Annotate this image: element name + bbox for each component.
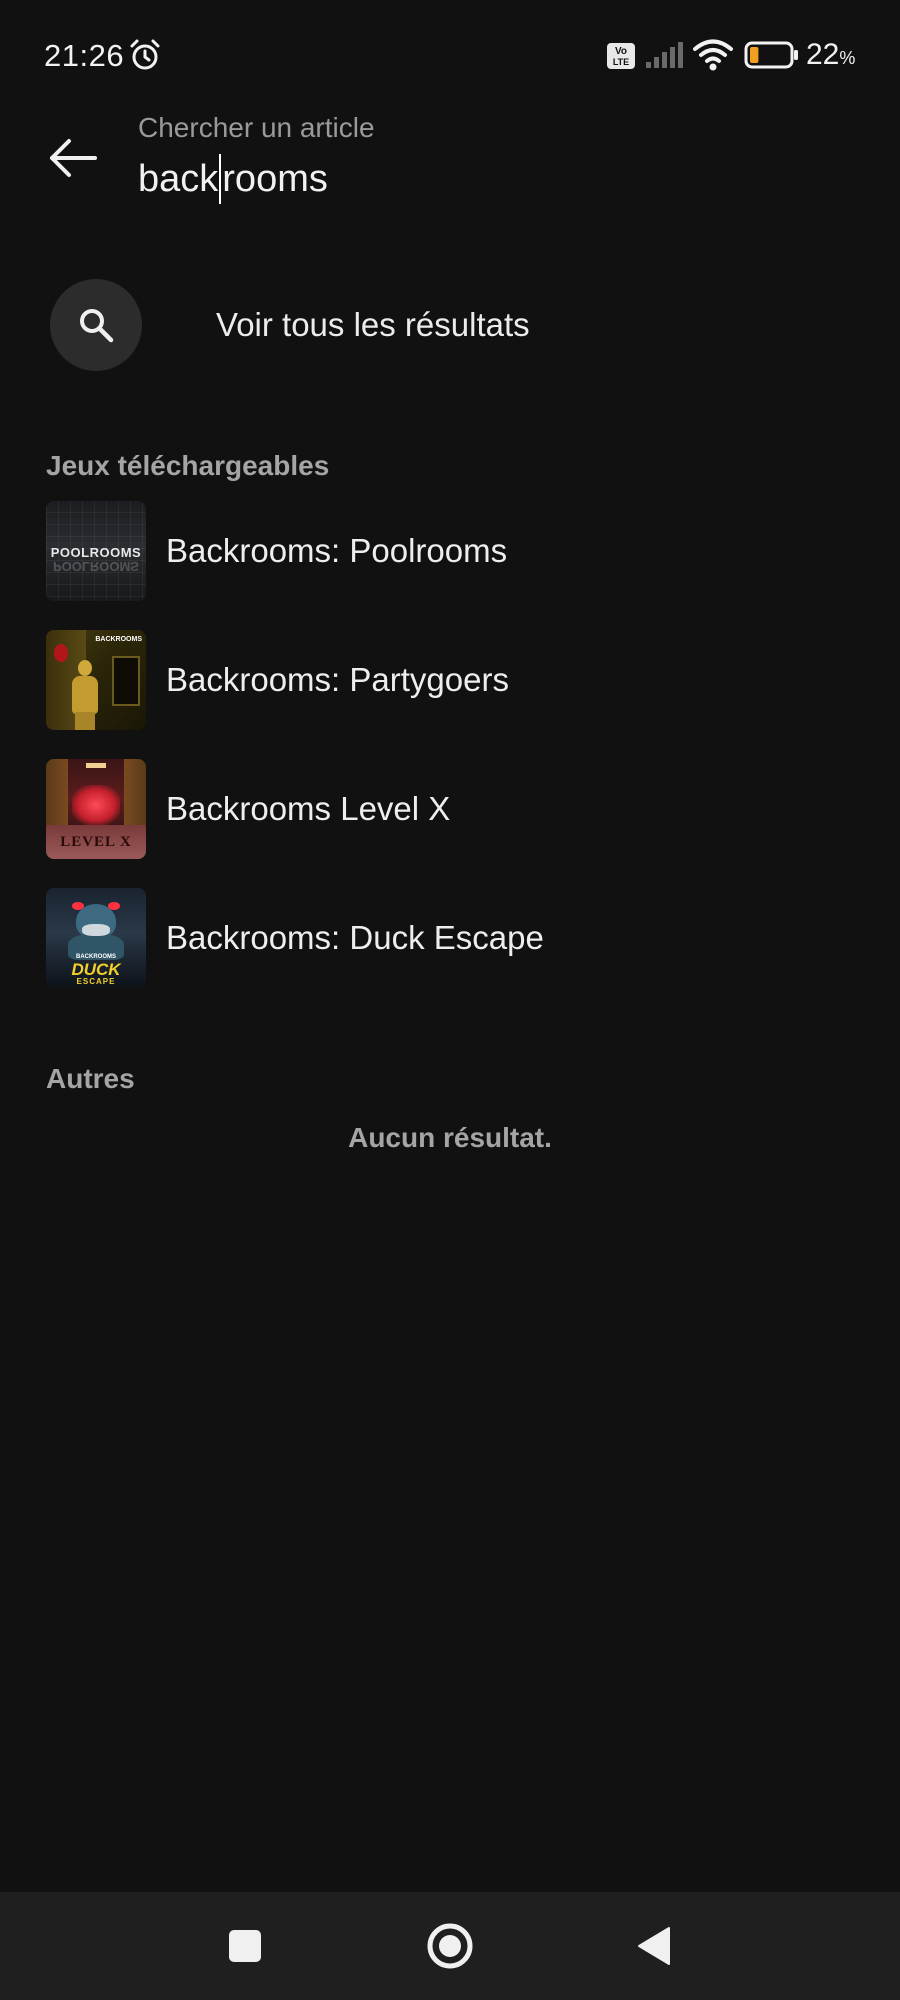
game-item-poolrooms[interactable]: POOLROOMS POOLROOMS Backrooms: Poolrooms [46, 500, 866, 601]
search-input[interactable]: back rooms [138, 154, 328, 204]
game-title: Backrooms: Duck Escape [166, 918, 544, 956]
game-thumbnail: BACKROOMS DUCK ESCAPE [46, 887, 146, 988]
back-button[interactable] [38, 128, 108, 188]
system-back-button[interactable] [620, 1912, 688, 1980]
svg-text:Vo: Vo [615, 46, 627, 57]
search-query-text-rest: rooms [222, 157, 328, 200]
battery-icon [744, 41, 798, 69]
game-item-partygoers[interactable]: BACKROOMS Backrooms: Partygoers [46, 629, 866, 730]
search-icon [80, 309, 114, 343]
game-thumbnail: POOLROOMS POOLROOMS [46, 500, 146, 601]
volte-icon: Vo LTE [607, 43, 635, 69]
status-bar: 21:26 Vo LTE 22% [0, 0, 900, 110]
game-title: Backrooms: Partygoers [166, 660, 509, 698]
recents-button[interactable] [211, 1912, 279, 1980]
game-title: Backrooms Level X [166, 789, 451, 827]
game-list: POOLROOMS POOLROOMS Backrooms: Poolrooms… [46, 500, 866, 1016]
svg-text:LTE: LTE [613, 57, 629, 67]
signal-icon [646, 42, 683, 68]
search-query-text: back [138, 157, 219, 200]
game-thumbnail: LEVEL X [46, 758, 146, 859]
status-time: 21:26 [44, 38, 125, 73]
back-triangle-icon [638, 1927, 670, 1965]
game-title: Backrooms: Poolrooms [166, 531, 508, 569]
arrow-left-icon [50, 139, 97, 177]
section-title-downloadable-games: Jeux téléchargeables [46, 450, 330, 481]
recents-square-icon [229, 1930, 261, 1962]
wifi-icon [693, 39, 733, 71]
game-item-duck-escape[interactable]: BACKROOMS DUCK ESCAPE Backrooms: Duck Es… [46, 887, 866, 988]
text-caret [219, 154, 222, 204]
no-results-message: Aucun résultat. [348, 1122, 552, 1153]
home-circle-icon [427, 1923, 473, 1969]
game-thumbnail: BACKROOMS [46, 629, 146, 730]
battery-percentage: 22% [806, 38, 856, 71]
game-item-level-x[interactable]: LEVEL X Backrooms Level X [46, 758, 866, 859]
alarm-icon [130, 39, 160, 70]
search-icon-circle [50, 279, 142, 371]
see-all-results-label: Voir tous les résultats [216, 306, 530, 343]
system-navigation-bar [0, 1892, 900, 2000]
see-all-results-button[interactable]: Voir tous les résultats [50, 278, 850, 372]
home-button[interactable] [416, 1912, 484, 1980]
search-placeholder-label: Chercher un article [138, 112, 375, 143]
search-screen: 21:26 Vo LTE 22% Chercher un article bac… [0, 0, 900, 2000]
section-title-others: Autres [46, 1063, 135, 1094]
